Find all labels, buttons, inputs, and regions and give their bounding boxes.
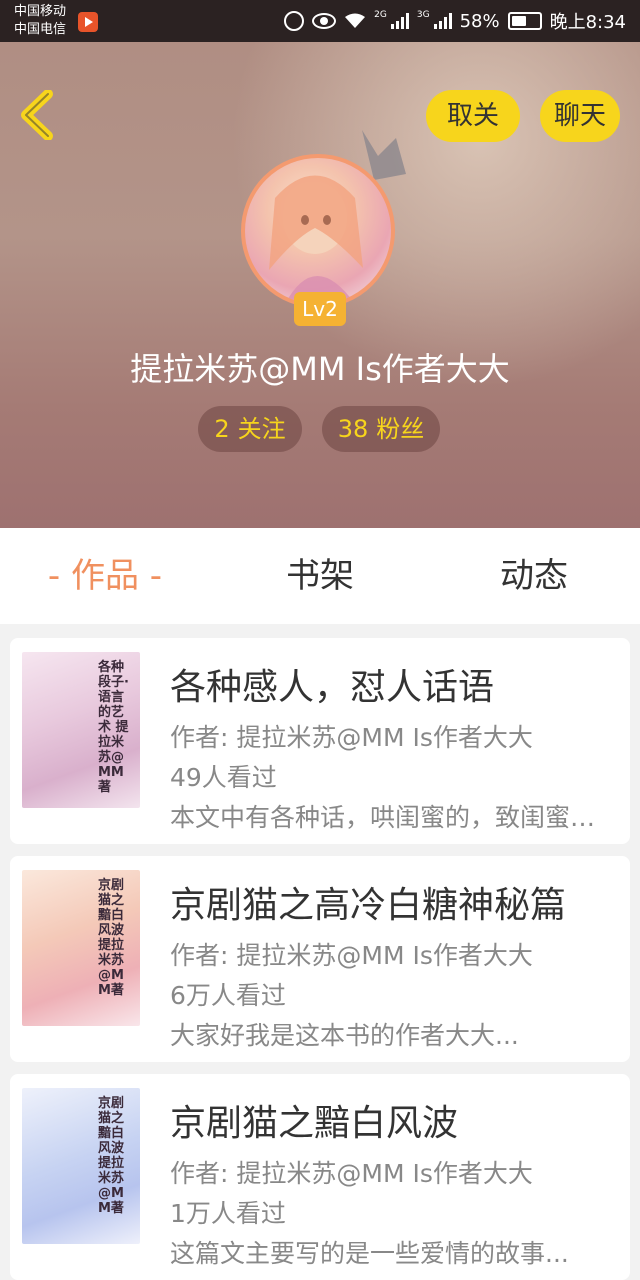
book-cover[interactable]: 京剧猫之黯白风波 提拉米苏@MM著: [22, 870, 140, 1026]
cover-text: 各种段子·语言的艺术 提拉米苏@MM著: [98, 660, 129, 795]
level-badge: Lv2: [294, 292, 346, 326]
battery-percent: 58%: [459, 10, 500, 32]
clock: 晚上8:34: [549, 12, 626, 33]
status-bar: 中国移动 中国电信 2G 3G 58% 晚上8:34: [0, 0, 640, 42]
following-count: 2: [214, 415, 230, 443]
tab-works[interactable]: - 作品 -: [30, 528, 180, 624]
status-icons: 2G 3G 58% 晚上8:34: [284, 8, 626, 34]
cover-text: 京剧猫之黯白风波 提拉米苏@MM著: [98, 1096, 125, 1216]
signal-icon-1: [390, 13, 409, 29]
book-views: 49人看过: [170, 763, 277, 792]
book-card[interactable]: 京剧猫之黯白风波 提拉米苏@MM著 京剧猫之高冷白糖神秘篇 作者: 提拉米苏@M…: [10, 856, 630, 1062]
back-arrow-icon[interactable]: [18, 90, 58, 140]
signal-icon-2: [433, 13, 452, 29]
fans-label: 粉丝: [376, 415, 425, 443]
profile-header: 取关 聊天 Lv2 提拉米苏@MM Is作者大大 2 关注 38 粉丝: [0, 42, 640, 528]
book-author: 作者: 提拉米苏@MM Is作者大大: [170, 723, 533, 752]
cover-text: 京剧猫之黯白风波 提拉米苏@MM著: [98, 878, 125, 998]
book-views: 1万人看过: [170, 1199, 286, 1228]
carrier-2: 中国电信: [14, 22, 67, 37]
book-title: 京剧猫之高冷白糖神秘篇: [170, 885, 567, 926]
battery-icon: [507, 12, 542, 30]
book-author: 作者: 提拉米苏@MM Is作者大大: [170, 1159, 533, 1188]
avatar[interactable]: [241, 154, 395, 308]
book-description: 这篇文主要写的是一些爱情的故事...: [170, 1239, 569, 1268]
fans-count: 38: [337, 415, 369, 443]
unfollow-button[interactable]: 取关: [426, 90, 520, 142]
carrier-info: 中国移动 中国电信: [14, 3, 66, 39]
book-title: 各种感人，怼人话语: [170, 667, 495, 708]
book-card[interactable]: 各种段子·语言的艺术 提拉米苏@MM著 各种感人，怼人话语 作者: 提拉米苏@M…: [10, 638, 630, 844]
chat-button[interactable]: 聊天: [540, 90, 620, 142]
video-app-icon: [78, 12, 98, 32]
tab-bookshelf[interactable]: 书架: [250, 528, 390, 624]
fans-stat[interactable]: 38 粉丝: [322, 406, 440, 452]
tab-activity[interactable]: 动态: [464, 528, 604, 624]
wifi-icon: [345, 13, 366, 28]
network-type-1: 2G: [374, 10, 387, 20]
network-type-2: 3G: [416, 10, 430, 20]
book-title: 京剧猫之黯白风波: [170, 1103, 459, 1144]
book-description: 本文中有各种话，哄闺蜜的，致闺蜜的...: [170, 803, 610, 832]
following-label: 关注: [237, 415, 286, 443]
book-views: 6万人看过: [170, 981, 286, 1010]
username: 提拉米苏@MM Is作者大大: [130, 350, 510, 388]
book-card[interactable]: 京剧猫之黯白风波 提拉米苏@MM著 京剧猫之黯白风波 作者: 提拉米苏@MM I…: [10, 1074, 630, 1280]
profile-tabs: - 作品 - 书架 动态: [0, 528, 640, 624]
following-stat[interactable]: 2 关注: [198, 406, 302, 452]
alarm-icon: [284, 11, 305, 31]
book-cover[interactable]: 各种段子·语言的艺术 提拉米苏@MM著: [22, 652, 140, 808]
carrier-1: 中国移动: [14, 4, 67, 19]
eye-comfort-icon: [312, 13, 337, 29]
avatar-illustration: [269, 175, 363, 304]
book-author: 作者: 提拉米苏@MM Is作者大大: [170, 941, 533, 970]
book-description: 大家好我是这本书的作者大大...: [170, 1021, 519, 1050]
book-cover[interactable]: 京剧猫之黯白风波 提拉米苏@MM著: [22, 1088, 140, 1244]
